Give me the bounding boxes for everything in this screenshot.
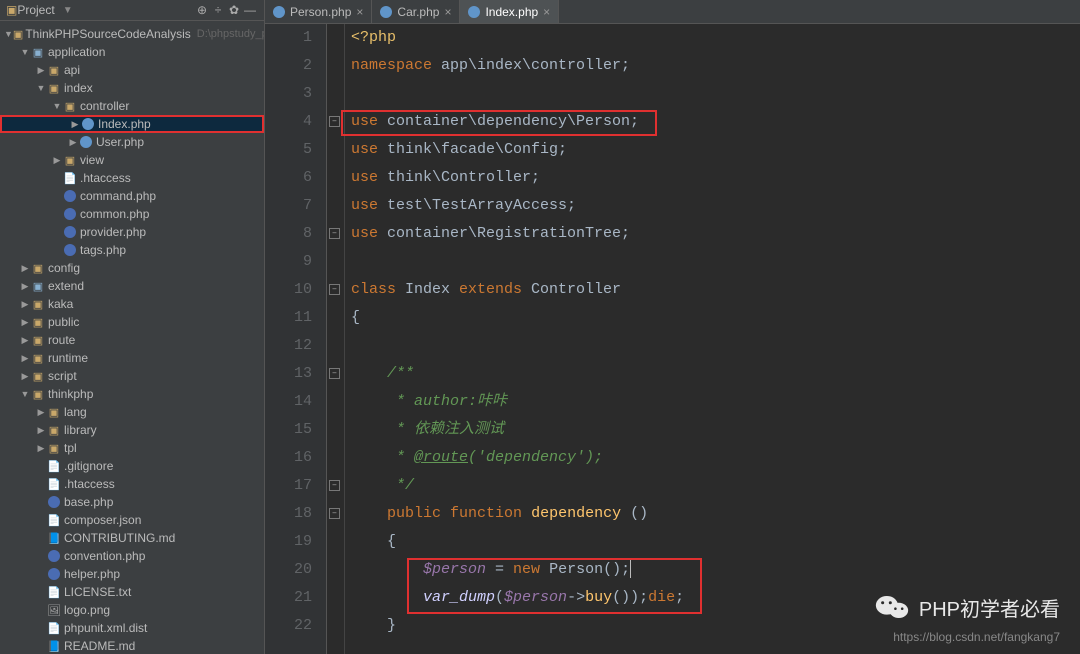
tab-car[interactable]: Car.php× — [372, 0, 460, 23]
tree-file-htaccess[interactable]: 📄.htaccess — [0, 169, 264, 187]
tree-file-htaccess2[interactable]: 📄.htaccess — [0, 475, 264, 493]
php-class-icon — [82, 118, 94, 130]
php-icon — [48, 550, 60, 562]
tree-folder-api[interactable]: ▶▣api — [0, 61, 264, 79]
tree-file-composer[interactable]: 📄composer.json — [0, 511, 264, 529]
gear-icon[interactable]: ✿ — [226, 3, 242, 17]
tree-folder-index[interactable]: ▼▣index — [0, 79, 264, 97]
tree-folder-kaka[interactable]: ▶▣kaka — [0, 295, 264, 313]
tree-file-base[interactable]: base.php — [0, 493, 264, 511]
tree-file-readme[interactable]: 📘README.md — [0, 637, 264, 654]
tree-file-contributing[interactable]: 📘CONTRIBUTING.md — [0, 529, 264, 547]
code-area[interactable]: <?php namespace app\index\controller; us… — [345, 24, 1080, 654]
project-sidebar: ▣ Project ▼ ⊕ ÷ ✿ — ▼▣ThinkPHPSourceCode… — [0, 0, 265, 654]
tree-file-command[interactable]: command.php — [0, 187, 264, 205]
collapse-icon[interactable]: ÷ — [210, 3, 226, 17]
line-gutter: 12345 678910 1112131415 1617181920 2122 — [265, 24, 327, 654]
tree-folder-public[interactable]: ▶▣public — [0, 313, 264, 331]
php-icon — [64, 208, 76, 220]
code-editor[interactable]: 12345 678910 1112131415 1617181920 2122 … — [265, 24, 1080, 654]
tree-file-license[interactable]: 📄LICENSE.txt — [0, 583, 264, 601]
fold-icon[interactable]: – — [329, 480, 340, 491]
watermark: PHP初学者必看 — [875, 590, 1060, 624]
php-icon — [48, 496, 60, 508]
tree-file-index-php[interactable]: ▶Index.php — [0, 115, 264, 133]
project-panel-header: ▣ Project ▼ ⊕ ÷ ✿ — — [0, 0, 264, 21]
tree-file-gitignore[interactable]: 📄.gitignore — [0, 457, 264, 475]
watermark-url: https://blog.csdn.net/fangkang7 — [893, 630, 1060, 644]
php-icon — [64, 190, 76, 202]
watermark-text: PHP初学者必看 — [919, 593, 1060, 622]
tree-folder-thinkphp[interactable]: ▼▣thinkphp — [0, 385, 264, 403]
fold-icon[interactable]: – — [329, 228, 340, 239]
tree-folder-script[interactable]: ▶▣script — [0, 367, 264, 385]
tree-file-provider[interactable]: provider.php — [0, 223, 264, 241]
panel-title: Project — [17, 3, 54, 17]
editor-tabs: Person.php× Car.php× Index.php× — [265, 0, 1080, 24]
hide-icon[interactable]: — — [242, 3, 258, 17]
tree-folder-lang[interactable]: ▶▣lang — [0, 403, 264, 421]
tree-folder-tpl[interactable]: ▶▣tpl — [0, 439, 264, 457]
tree-file-helper[interactable]: helper.php — [0, 565, 264, 583]
fold-column: – – – – – – — [327, 24, 345, 654]
php-icon — [64, 244, 76, 256]
tree-file-phpunit[interactable]: 📄phpunit.xml.dist — [0, 619, 264, 637]
tab-person[interactable]: Person.php× — [265, 0, 372, 23]
php-class-icon — [380, 6, 392, 18]
tree-file-logo[interactable]: 🖼logo.png — [0, 601, 264, 619]
folder-icon: ▣ — [6, 3, 17, 17]
fold-icon[interactable]: – — [329, 116, 340, 127]
tree-file-user-php[interactable]: ▶User.php — [0, 133, 264, 151]
tree-root[interactable]: ▼▣ThinkPHPSourceCodeAnalysisD:\phpstudy_… — [0, 25, 264, 43]
tree-folder-runtime[interactable]: ▶▣runtime — [0, 349, 264, 367]
close-icon[interactable]: × — [543, 5, 550, 19]
tree-file-convention[interactable]: convention.php — [0, 547, 264, 565]
tree-folder-application[interactable]: ▼▣application — [0, 43, 264, 61]
close-icon[interactable]: × — [356, 5, 363, 19]
php-icon — [64, 226, 76, 238]
fold-icon[interactable]: – — [329, 284, 340, 295]
php-class-icon — [468, 6, 480, 18]
tab-index[interactable]: Index.php× — [460, 0, 559, 23]
tree-folder-route[interactable]: ▶▣route — [0, 331, 264, 349]
php-class-icon — [273, 6, 285, 18]
tree-file-tags[interactable]: tags.php — [0, 241, 264, 259]
tree-folder-config[interactable]: ▶▣config — [0, 259, 264, 277]
tree-file-common[interactable]: common.php — [0, 205, 264, 223]
php-icon — [48, 568, 60, 580]
tree-folder-controller[interactable]: ▼▣controller — [0, 97, 264, 115]
tree-folder-extend[interactable]: ▶▣extend — [0, 277, 264, 295]
chevron-down-icon[interactable]: ▼ — [63, 5, 73, 16]
tree-folder-view[interactable]: ▶▣view — [0, 151, 264, 169]
wechat-icon — [875, 590, 909, 624]
target-icon[interactable]: ⊕ — [194, 3, 210, 17]
php-class-icon — [80, 136, 92, 148]
close-icon[interactable]: × — [444, 5, 451, 19]
project-tree: ▼▣ThinkPHPSourceCodeAnalysisD:\phpstudy_… — [0, 21, 264, 654]
fold-icon[interactable]: – — [329, 368, 340, 379]
fold-icon[interactable]: – — [329, 508, 340, 519]
editor-pane: Person.php× Car.php× Index.php× 12345 67… — [265, 0, 1080, 654]
tree-folder-library[interactable]: ▶▣library — [0, 421, 264, 439]
